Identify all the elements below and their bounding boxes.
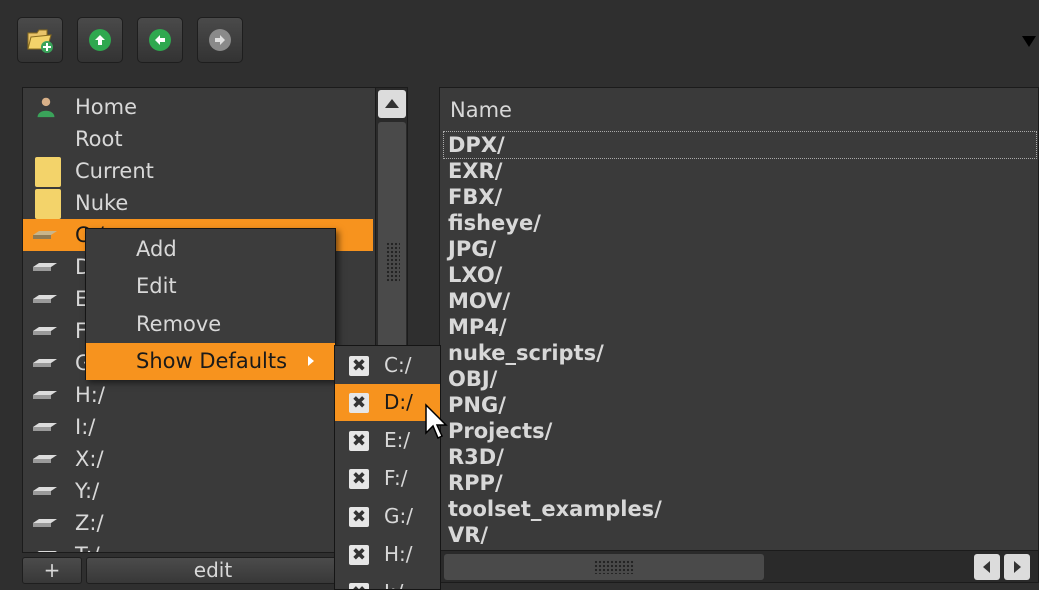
grip-icon xyxy=(386,242,400,282)
edit-favorite-button[interactable]: edit xyxy=(86,557,340,584)
drive-icon xyxy=(33,519,57,527)
favorite-drive-z[interactable]: Z:/ xyxy=(23,507,373,539)
drive-icon xyxy=(33,231,57,239)
context-menu: Add Edit Remove Show Defaults xyxy=(85,228,336,380)
submenu-item-h[interactable]: ✖ H:/ xyxy=(335,536,440,573)
scroll-up-button[interactable] xyxy=(378,90,406,118)
hscroll-thumb[interactable] xyxy=(444,554,764,580)
submenu-item-g[interactable]: ✖ G:/ xyxy=(335,498,440,535)
back-button[interactable] xyxy=(137,17,183,63)
grip-icon xyxy=(594,560,634,574)
file-entry[interactable]: VR/ xyxy=(448,522,488,548)
forward-arrow-icon xyxy=(209,29,231,51)
file-list-hscrollbar[interactable] xyxy=(440,550,1038,582)
close-icon: ✖ xyxy=(349,583,369,589)
favorite-drive-i[interactable]: I:/ xyxy=(23,411,373,443)
right-arrow-icon xyxy=(1014,561,1021,573)
user-icon xyxy=(37,97,55,118)
close-icon: ✖ xyxy=(349,393,369,413)
drive-icon xyxy=(33,263,57,271)
close-icon: ✖ xyxy=(349,507,369,527)
file-entry[interactable]: JPG/ xyxy=(448,236,496,262)
file-entry[interactable]: toolset_examples/ xyxy=(448,496,662,522)
submenu-arrow-icon xyxy=(308,356,314,366)
folder-icon xyxy=(35,157,61,187)
favorite-home[interactable]: Home xyxy=(23,91,373,123)
file-entry[interactable]: LXO/ xyxy=(448,262,502,288)
scroll-left-button[interactable] xyxy=(974,554,1000,580)
submenu-item-i[interactable]: ✖ I:/ xyxy=(335,574,440,589)
favorite-current[interactable]: Current xyxy=(23,155,373,187)
submenu-item-c[interactable]: ✖ C:/ xyxy=(335,347,440,384)
favorite-drive-x[interactable]: X:/ xyxy=(23,443,373,475)
drive-icon xyxy=(33,487,57,495)
drive-icon xyxy=(37,551,57,552)
add-favorite-button[interactable]: + xyxy=(22,557,82,584)
file-list-panel: Name DPX/ EXR/ FBX/ fisheye/ JPG/ LXO/ M… xyxy=(439,87,1039,583)
mouse-cursor-icon xyxy=(425,403,448,440)
drive-icon xyxy=(33,455,57,463)
favorite-drive-y[interactable]: Y:/ xyxy=(23,475,373,507)
folder-icon xyxy=(35,189,61,219)
back-arrow-icon xyxy=(149,29,171,51)
close-icon: ✖ xyxy=(349,545,369,565)
column-header-name[interactable]: Name xyxy=(450,98,512,122)
file-entry[interactable]: OBJ/ xyxy=(448,366,497,392)
close-icon: ✖ xyxy=(349,356,369,376)
file-entry[interactable]: PNG/ xyxy=(448,392,506,418)
favorite-nuke[interactable]: Nuke xyxy=(23,187,373,219)
forward-button[interactable] xyxy=(197,17,243,63)
submenu-item-f[interactable]: ✖ F:/ xyxy=(335,460,440,497)
menu-item-show-defaults[interactable]: Show Defaults xyxy=(86,343,335,380)
menu-item-edit[interactable]: Edit xyxy=(86,268,335,305)
left-arrow-icon xyxy=(983,561,990,573)
file-entry[interactable]: FBX/ xyxy=(448,184,502,210)
show-defaults-submenu: ✖ C:/ ✖ D:/ ✖ E:/ ✖ F:/ ✖ G:/ ✖ H:/ ✖ I:… xyxy=(334,345,441,590)
favorite-drive-h[interactable]: H:/ xyxy=(23,379,373,411)
new-folder-button[interactable] xyxy=(17,17,63,63)
close-icon: ✖ xyxy=(349,469,369,489)
file-entry[interactable]: EXR/ xyxy=(448,158,502,184)
drive-icon xyxy=(33,359,57,367)
drive-icon xyxy=(33,327,57,335)
drive-icon xyxy=(33,391,57,399)
menu-item-add[interactable]: Add xyxy=(86,231,335,268)
drive-icon xyxy=(33,423,57,431)
file-entry[interactable]: MP4/ xyxy=(448,314,507,340)
file-entry[interactable]: Projects/ xyxy=(448,418,552,444)
close-icon: ✖ xyxy=(349,431,369,451)
menu-item-remove[interactable]: Remove xyxy=(86,306,335,343)
file-entry[interactable]: fisheye/ xyxy=(448,210,541,236)
file-entry[interactable]: nuke_scripts/ xyxy=(448,340,604,366)
favorite-drive-t[interactable]: T:/ xyxy=(23,539,373,552)
new-folder-icon xyxy=(27,29,53,53)
file-entry[interactable]: R3D/ xyxy=(448,444,504,470)
dropdown-arrow-icon[interactable] xyxy=(1022,36,1036,47)
file-entry[interactable]: MOV/ xyxy=(448,288,510,314)
scroll-right-button[interactable] xyxy=(1004,554,1030,580)
up-arrow-icon xyxy=(89,29,111,51)
file-entry[interactable]: RPP/ xyxy=(448,470,503,496)
favorite-root[interactable]: Root xyxy=(23,123,373,155)
drive-icon xyxy=(33,295,57,303)
up-button[interactable] xyxy=(77,17,123,63)
file-entry[interactable]: DPX/ xyxy=(443,131,1037,159)
